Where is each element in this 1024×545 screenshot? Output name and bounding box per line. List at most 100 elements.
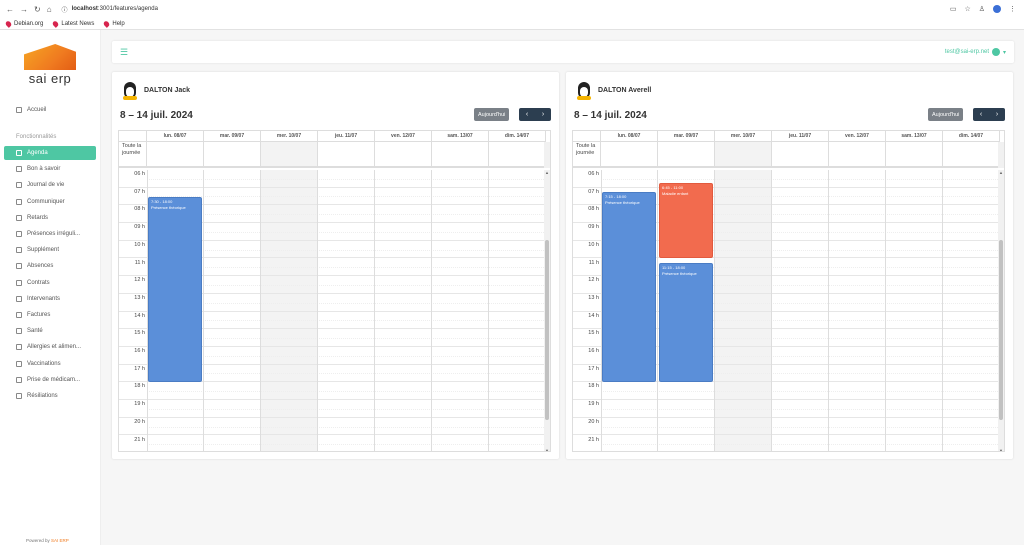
sidebar-item-13[interactable]: Vaccinations [4, 357, 96, 371]
hour-label: 08 h [588, 206, 599, 213]
hour-row[interactable]: 19 h [119, 400, 546, 418]
cast-icon[interactable]: ▭ [950, 5, 957, 13]
all-day-cell[interactable] [772, 142, 829, 166]
all-day-cell[interactable] [204, 142, 261, 166]
time-grid-scrollbar[interactable]: ▲ ▼ [544, 170, 550, 451]
all-day-cell[interactable] [147, 142, 204, 166]
calendar-event[interactable]: 6:45 - 11:00 Maladie enfant [659, 183, 713, 259]
forward-icon[interactable]: → [20, 5, 28, 14]
hour-label: 18 h [134, 383, 145, 390]
hour-row[interactable]: 21 h [573, 436, 1000, 452]
bookmarks-bar: Debian.org Latest News Help [0, 18, 1024, 30]
reload-icon[interactable]: ↻ [34, 5, 41, 14]
hour-label: 07 h [588, 188, 599, 195]
address-bar[interactable]: ⓘ localhost:3001/features/agenda [62, 5, 158, 14]
home-icon[interactable]: ⌂ [47, 5, 52, 14]
clock-icon [16, 214, 22, 221]
all-day-cell[interactable] [829, 142, 886, 166]
all-day-cell[interactable] [943, 142, 1000, 166]
today-button[interactable]: Aujourd'hui [474, 108, 510, 121]
sidebar-item-10[interactable]: Factures [4, 308, 96, 322]
day-header: jeu. 11/07 [772, 131, 829, 141]
debian-icon [51, 19, 60, 28]
sidebar-item-8[interactable]: Contrats [4, 276, 96, 290]
profile-icon[interactable] [993, 5, 1001, 13]
sidebar-item-7[interactable]: Absences [4, 259, 96, 273]
hour-row[interactable]: 20 h [119, 418, 546, 436]
next-week-button[interactable]: › [996, 111, 998, 118]
hour-row[interactable]: 19 h [573, 400, 1000, 418]
agenda-panel: DALTON Jack 8 – 14 juil. 2024 Aujourd'hui ‹… [112, 72, 559, 459]
bookmark-latest-news[interactable]: Latest News [51, 19, 94, 28]
logo[interactable]: sai erp [24, 44, 76, 88]
sidebar-item-2[interactable]: Journal de vie [4, 178, 96, 192]
all-day-cell[interactable] [658, 142, 715, 166]
hour-label: 15 h [134, 330, 145, 337]
calendar-event[interactable]: 7:15 - 18:00 Présence théorique [602, 192, 656, 383]
sidebar-item-14[interactable]: Prise de médicam... [4, 373, 96, 387]
sidebar-item-accueil[interactable]: Accueil [4, 103, 96, 117]
sidebar-item-9[interactable]: Intervenants [4, 292, 96, 306]
sidebar-item-6[interactable]: Supplément [4, 243, 96, 257]
all-day-label: Toute la journée [573, 142, 601, 166]
hamburger-menu-icon[interactable]: ☰ [120, 47, 128, 58]
bookmark-help[interactable]: Help [102, 19, 125, 28]
sidebar-item-15[interactable]: Résiliations [4, 389, 96, 403]
menu-icon[interactable]: ⋮ [1009, 5, 1016, 13]
hour-row[interactable]: 18 h [119, 382, 546, 401]
book-icon [16, 182, 22, 189]
all-day-cell[interactable] [318, 142, 375, 166]
sidebar-item-1[interactable]: Bon à savoir [4, 162, 96, 176]
site-info-icon[interactable]: ⓘ [62, 5, 68, 14]
hour-row[interactable]: 18 h [573, 382, 1000, 401]
all-day-cell[interactable] [489, 142, 546, 166]
sidebar-item-11[interactable]: Santé [4, 324, 96, 338]
scroll-down-icon[interactable]: ▼ [998, 448, 1004, 451]
hour-label: 09 h [134, 224, 145, 231]
prev-week-button[interactable]: ‹ [526, 111, 528, 118]
sidebar-item-5[interactable]: Présences irréguli... [4, 227, 96, 241]
all-day-cell[interactable] [375, 142, 432, 166]
scroll-thumb[interactable] [999, 240, 1003, 420]
calendar-event[interactable]: 11:15 - 18:00 Présence théorique [659, 262, 713, 383]
scroll-down-icon[interactable]: ▼ [544, 448, 550, 451]
all-day-cell[interactable] [261, 142, 318, 166]
user-menu[interactable]: test@sai-erp.net ▾ [945, 48, 1006, 56]
all-day-cell[interactable] [432, 142, 489, 166]
hour-row[interactable]: 21 h [119, 436, 546, 452]
hour-label: 08 h [134, 206, 145, 213]
today-button[interactable]: Aujourd'hui [928, 108, 964, 121]
sidebar-item-12[interactable]: Allergies et alimen... [4, 340, 96, 354]
day-header: sam. 13/07 [432, 131, 489, 141]
sidebar-item-0[interactable]: Agenda [4, 146, 96, 160]
time-grid-scrollbar[interactable]: ▲ ▼ [998, 170, 1004, 451]
bookmark-star-icon[interactable]: ☆ [964, 5, 970, 13]
day-divider [657, 170, 658, 451]
agenda-panel: DALTON Averell 8 – 14 juil. 2024 Aujourd'h… [566, 72, 1013, 459]
prev-week-button[interactable]: ‹ [980, 111, 982, 118]
back-icon[interactable]: ← [6, 5, 14, 14]
hour-row[interactable]: 20 h [573, 418, 1000, 436]
all-day-cell[interactable] [886, 142, 943, 166]
user-email: test@sai-erp.net [944, 49, 989, 55]
all-day-scrollbar[interactable] [998, 142, 1004, 168]
scroll-thumb[interactable] [545, 240, 549, 420]
all-day-scrollbar[interactable] [544, 142, 550, 168]
calendar-event[interactable]: 7:30 - 18:00 Présence théorique [148, 196, 202, 383]
hour-label: 18 h [588, 383, 599, 390]
child-avatar [574, 80, 594, 100]
bookmark-debian[interactable]: Debian.org [4, 19, 43, 28]
scroll-up-icon[interactable]: ▲ [998, 170, 1004, 175]
hour-row[interactable]: 06 h [573, 170, 1000, 188]
sidebar-item-3[interactable]: Communiquer [4, 195, 96, 209]
hour-row[interactable]: 06 h [119, 170, 546, 188]
logo-text: sai erp [28, 71, 72, 86]
scroll-up-icon[interactable]: ▲ [544, 170, 550, 175]
child-name: DALTON Jack [144, 86, 191, 94]
day-header: dim. 14/07 [943, 131, 1000, 141]
all-day-cell[interactable] [715, 142, 772, 166]
next-week-button[interactable]: › [542, 111, 544, 118]
sidebar-item-4[interactable]: Retards [4, 211, 96, 225]
all-day-cell[interactable] [601, 142, 658, 166]
extensions-icon[interactable]: ♙ [979, 5, 985, 13]
